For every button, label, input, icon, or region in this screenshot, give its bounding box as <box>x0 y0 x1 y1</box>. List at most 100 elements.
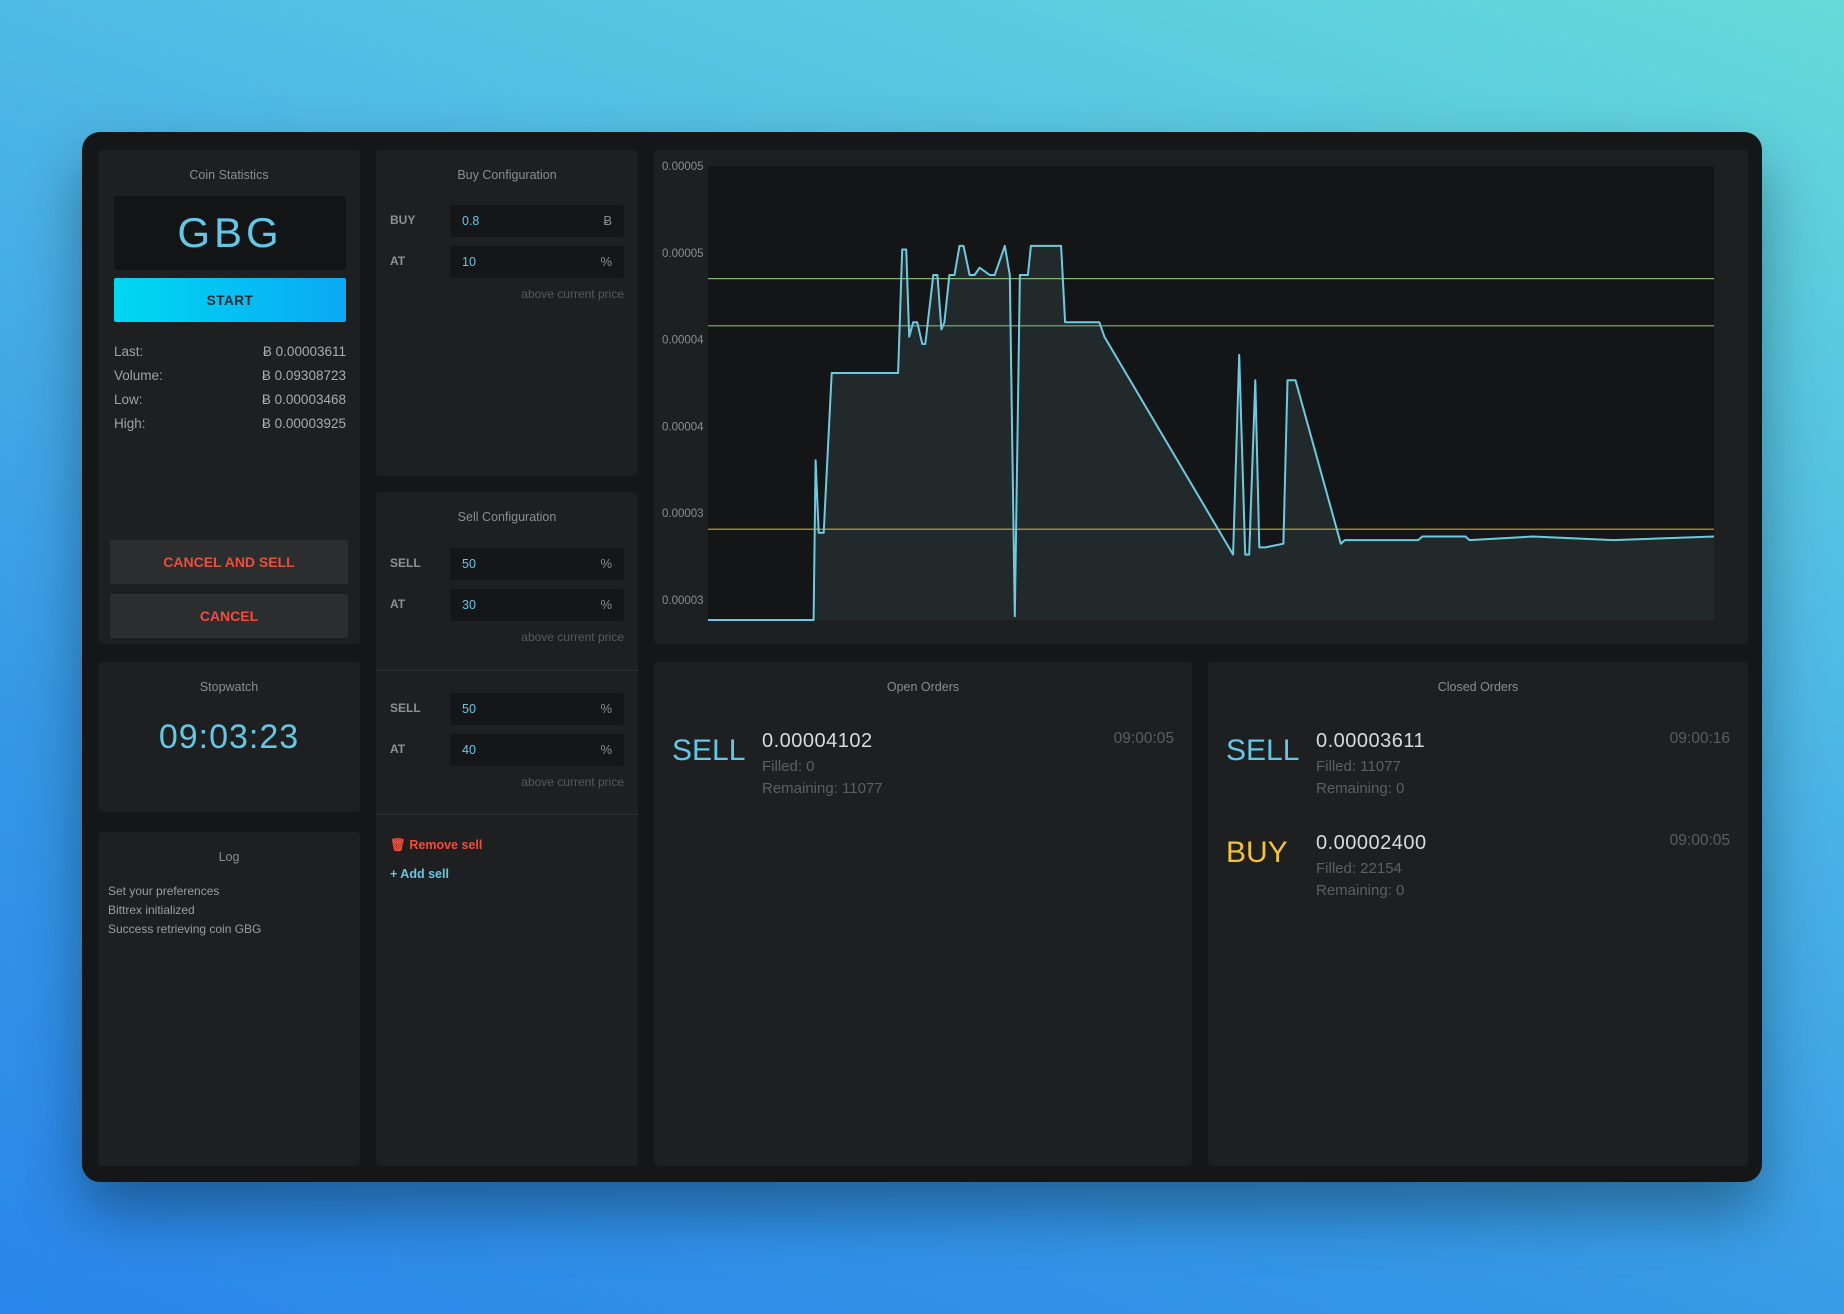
sell-2-hint: above current price <box>521 775 624 789</box>
order-time: 09:00:05 <box>1113 730 1174 747</box>
add-sell-link[interactable]: + Add sell <box>390 867 449 881</box>
buy-at-row: AT 10 % <box>390 246 624 278</box>
sell-2-amount-row: SELL 50 % <box>390 693 624 725</box>
stat-high: High: Ƀ 0.00003925 <box>114 416 346 440</box>
price-chart[interactable]: 0.00005 0.00005 0.00004 0.00004 0.00003 0.000… <box>654 150 1748 644</box>
app-window: Coin Statistics GBG START Last: Ƀ 0.0000… <box>82 132 1762 1182</box>
cancel-button[interactable]: CANCEL <box>110 594 348 638</box>
order-price: 0.00004102 <box>762 730 873 752</box>
buy-amount-row: BUY 0.8 Ƀ <box>390 205 624 237</box>
log-title: Log <box>218 850 240 864</box>
order-filled: Filled: 0 <box>762 758 815 775</box>
stat-volume: Volume: Ƀ 0.09308723 <box>114 368 346 392</box>
order-type: SELL <box>672 734 746 767</box>
order-remaining: Remaining: 0 <box>1316 882 1405 899</box>
percent-unit: % <box>600 742 612 757</box>
stopwatch-title: Stopwatch <box>199 680 259 694</box>
order-type: SELL <box>1226 734 1300 767</box>
coin-symbol: GBG <box>114 196 346 270</box>
open-orders-panel: Open Orders SELL 0.00004102 Filled: 0 Re… <box>654 662 1192 1166</box>
open-orders-title: Open Orders <box>886 680 960 694</box>
coin-statistics-panel: Coin Statistics GBG START Last: Ƀ 0.0000… <box>98 150 360 644</box>
stat-label: High: <box>114 416 146 431</box>
stat-last: Last: Ƀ 0.00003611 <box>114 344 346 368</box>
order-time: 09:00:16 <box>1669 730 1730 747</box>
order-time: 09:00:05 <box>1669 832 1730 849</box>
closed-order-row[interactable]: SELL 0.00003611 Filled: 11077 Remaining:… <box>1226 730 1730 826</box>
percent-unit: % <box>600 556 612 571</box>
stat-label: Volume: <box>114 368 163 383</box>
percent-unit: % <box>600 254 612 269</box>
buy-at-input[interactable]: 10 % <box>450 246 624 278</box>
sell-1-at-row: AT 30 % <box>390 589 624 621</box>
closed-orders-panel: Closed Orders SELL 0.00003611 Filled: 11… <box>1208 662 1748 1166</box>
buy-amount-value: 0.8 <box>462 214 480 228</box>
stat-value: Ƀ 0.00003468 <box>261 392 346 407</box>
remove-sell-link[interactable]: 🗑 Remove sell <box>390 838 482 853</box>
sell-2-at-input[interactable]: 40 % <box>450 734 624 766</box>
stat-low: Low: Ƀ 0.00003468 <box>114 392 346 416</box>
order-price: 0.00002400 <box>1316 832 1427 854</box>
stopwatch-time: 09:03:23 <box>158 718 300 756</box>
buy-amount-input[interactable]: 0.8 Ƀ <box>450 205 624 237</box>
buy-configuration-panel: Buy Configuration BUY 0.8 Ƀ AT 10 % abov… <box>376 150 638 476</box>
sell-1-amount-input[interactable]: 50 % <box>450 548 624 580</box>
log-line: Success retrieving coin GBG <box>108 922 262 936</box>
sell-1-at-input[interactable]: 30 % <box>450 589 624 621</box>
log-panel: Log Set your preferences Bittrex initial… <box>98 832 360 1166</box>
stat-value: Ƀ 0.00003611 <box>262 344 346 359</box>
coin-statistics-title: Coin Statistics <box>189 168 269 182</box>
sell-1-amount-row: SELL 50 % <box>390 548 624 580</box>
y-tick-label: 0.00004 <box>662 421 704 433</box>
remove-sell-label: Remove sell <box>409 838 483 852</box>
stopwatch-panel: Stopwatch 09:03:23 <box>98 662 360 812</box>
closed-order-row[interactable]: BUY 0.00002400 Filled: 22154 Remaining: … <box>1226 832 1730 928</box>
divider <box>376 670 638 671</box>
sell-2-at-value: 40 <box>462 743 476 757</box>
order-price: 0.00003611 <box>1316 730 1426 752</box>
log-line: Bittrex initialized <box>108 903 195 917</box>
log-line: Set your preferences <box>108 884 220 898</box>
order-remaining: Remaining: 0 <box>1316 780 1405 797</box>
coin-stats-list: Last: Ƀ 0.00003611 Volume: Ƀ 0.09308723 … <box>114 344 346 440</box>
stat-label: Last: <box>114 344 144 359</box>
sell-label: SELL <box>390 701 421 715</box>
buy-label: BUY <box>390 213 416 227</box>
sell-1-hint: above current price <box>521 630 624 644</box>
stat-value: Ƀ 0.09308723 <box>261 368 346 383</box>
y-tick-label: 0.00003 <box>662 508 704 520</box>
price-chart-panel: 0.00005 0.00005 0.00004 0.00004 0.00003 0.000… <box>654 150 1748 644</box>
at-label: AT <box>390 254 406 268</box>
stat-label: Low: <box>114 392 143 407</box>
buy-configuration-title: Buy Configuration <box>457 168 557 182</box>
stat-value: Ƀ 0.00003925 <box>261 416 346 431</box>
sell-1-amount-value: 50 <box>462 557 476 571</box>
percent-unit: % <box>600 701 612 716</box>
at-label: AT <box>390 742 406 756</box>
y-tick-label: 0.00003 <box>662 595 704 607</box>
order-filled: Filled: 11077 <box>1316 758 1401 775</box>
sell-configuration-title: Sell Configuration <box>457 510 557 524</box>
percent-unit: % <box>600 597 612 612</box>
at-label: AT <box>390 597 406 611</box>
cancel-and-sell-button[interactable]: CANCEL AND SELL <box>110 540 348 584</box>
buy-hint: above current price <box>521 287 624 301</box>
divider <box>376 814 638 815</box>
order-remaining: Remaining: 11077 <box>762 780 883 797</box>
sell-2-at-row: AT 40 % <box>390 734 624 766</box>
open-order-row[interactable]: SELL 0.00004102 Filled: 0 Remaining: 110… <box>672 730 1174 826</box>
order-type: BUY <box>1226 836 1288 869</box>
y-tick-label: 0.00005 <box>662 161 704 173</box>
closed-orders-title: Closed Orders <box>1437 680 1519 694</box>
sell-configuration-panel: Sell Configuration SELL 50 % AT 30 % abo… <box>376 492 638 1166</box>
bitcoin-icon: Ƀ <box>603 213 612 228</box>
sell-2-amount-input[interactable]: 50 % <box>450 693 624 725</box>
sell-2-amount-value: 50 <box>462 702 476 716</box>
start-button[interactable]: START <box>114 278 346 322</box>
trash-icon: 🗑 <box>390 838 406 852</box>
log-list: Set your preferences Bittrex initialized… <box>108 884 261 941</box>
buy-at-value: 10 <box>462 255 476 269</box>
sell-1-at-value: 30 <box>462 598 476 612</box>
y-tick-label: 0.00004 <box>662 335 704 347</box>
y-tick-label: 0.00005 <box>662 248 704 260</box>
